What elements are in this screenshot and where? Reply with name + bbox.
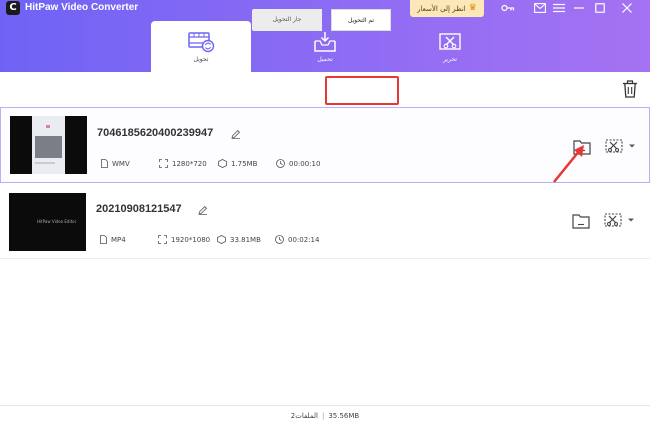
view-prices-button[interactable]: انظر إلى الأسعار ♛: [410, 0, 484, 17]
thumbnail-screen: [35, 136, 62, 158]
edit-tools-icon[interactable]: [604, 212, 622, 228]
edit-tools-icon[interactable]: [605, 138, 623, 154]
menu-icon[interactable]: [552, 1, 566, 15]
status-bar: الملفات2 | 35.56MB: [0, 405, 650, 426]
file-duration: 00:00:10: [276, 159, 320, 168]
format-value: MP4: [111, 235, 126, 244]
crop-edit-icon: [439, 33, 461, 50]
chevron-down-icon[interactable]: [629, 143, 635, 149]
total-size: 35.56MB: [328, 412, 360, 420]
size-icon: [217, 235, 226, 244]
resolution-value: 1920*1080: [171, 235, 211, 244]
tab-edit-label: تحرير: [443, 56, 457, 63]
resolution-value: 1280*720: [172, 159, 207, 168]
file-format: WMV: [101, 159, 130, 168]
app-logo: C: [6, 1, 20, 15]
clock-icon: [275, 235, 284, 244]
title-bar: C HitPaw Video Converter انظر إلى الأسعا…: [0, 0, 650, 72]
tab-edit[interactable]: تحرير: [400, 21, 500, 72]
download-tray-icon: [314, 32, 336, 52]
edit-name-icon[interactable]: [198, 205, 208, 215]
size-icon: [218, 159, 227, 168]
folder-icon[interactable]: [573, 139, 591, 155]
tab-download-label: تحميل: [317, 56, 333, 63]
key-icon[interactable]: [501, 1, 515, 15]
clock-icon: [276, 159, 285, 168]
maximize-icon[interactable]: [593, 1, 607, 15]
edit-name-icon[interactable]: [231, 129, 241, 139]
file-size: 1.75MB: [218, 159, 257, 168]
toolbar: [0, 72, 650, 106]
view-prices-label: انظر إلى الأسعار: [417, 4, 466, 13]
file-row[interactable]: HitPaw Video Editor 20210908121547 MP4 1…: [0, 183, 650, 259]
file-name: 20210908121547: [96, 203, 182, 215]
close-icon[interactable]: [620, 1, 634, 15]
thumbnail-frame: [32, 116, 65, 174]
trash-icon[interactable]: [622, 80, 638, 98]
file-resolution: 1920*1080: [158, 235, 210, 244]
thumbnail-detail: [46, 125, 50, 128]
format-value: WMV: [112, 159, 130, 168]
video-thumbnail: [10, 116, 87, 174]
file-size: 33.81MB: [217, 235, 261, 244]
tab-convert[interactable]: تحويل: [151, 21, 251, 72]
video-thumbnail: HitPaw Video Editor: [9, 193, 86, 251]
file-format: MP4: [100, 235, 126, 244]
file-count: الملفات2: [290, 412, 318, 420]
resolution-icon: [158, 235, 167, 244]
chevron-down-icon[interactable]: [628, 217, 634, 223]
file-row[interactable]: 7046185620400239947 WMV 1280*720 1.75MB …: [0, 107, 650, 183]
size-value: 33.81MB: [230, 235, 261, 244]
file-resolution: 1280*720: [159, 159, 207, 168]
file-name: 7046185620400239947: [97, 127, 214, 139]
file-icon: [101, 159, 108, 168]
folder-icon[interactable]: [572, 213, 590, 229]
app-title: HitPaw Video Converter: [25, 2, 139, 13]
duration-value: 00:00:10: [289, 159, 321, 168]
thumbnail-caption: HitPaw Video Editor: [37, 219, 77, 224]
duration-value: 00:02:14: [288, 235, 320, 244]
film-convert-icon: [188, 32, 215, 53]
minimize-icon[interactable]: [572, 1, 586, 15]
footer-separator: |: [321, 412, 325, 420]
size-value: 1.75MB: [231, 159, 258, 168]
file-icon: [100, 235, 107, 244]
crown-icon: ♛: [468, 3, 477, 13]
resolution-icon: [159, 159, 168, 168]
mail-icon[interactable]: [533, 1, 547, 15]
tab-convert-label: تحويل: [193, 56, 209, 63]
file-duration: 00:02:14: [275, 235, 319, 244]
thumbnail-line: [35, 162, 55, 164]
converted-tab[interactable]: تم التحويل: [331, 9, 391, 31]
converting-tab[interactable]: جار التحويل: [252, 9, 322, 31]
